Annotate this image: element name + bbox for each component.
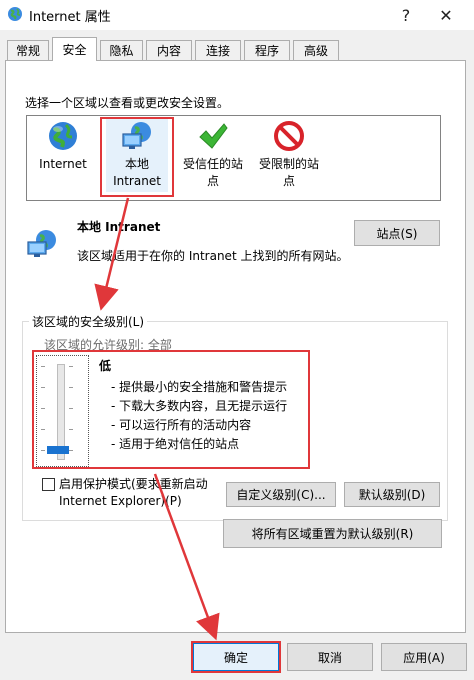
annotation-highlight-zone [100,117,174,197]
selected-zone-description: 该区域适用于在你的 Intranet 上找到的所有网站。 [77,249,349,263]
custom-level-button[interactable]: 自定义级别(C)... [226,482,336,507]
zone-label-line2: 点 [282,174,295,188]
protected-mode-label-line1: 启用保护模式(要求重新启动 [59,477,208,491]
tab-programs[interactable]: 程序 [244,40,290,60]
cancel-button[interactable]: 取消 [287,643,373,671]
annotation-highlight-level [32,350,310,469]
internet-globe-icon [47,120,79,155]
internet-globe-icon [7,6,23,22]
annotation-highlight-ok [191,641,281,673]
tab-privacy[interactable]: 隐私 [100,40,143,60]
security-level-group-title: 该区域的安全级别(L) [29,313,148,330]
prohibited-icon [273,120,305,155]
protected-mode-label-line2: Internet Explorer)(P) [59,494,182,508]
selected-zone-icon [26,228,58,263]
tab-advanced[interactable]: 高级 [293,40,339,60]
tab-content[interactable]: 内容 [146,40,192,60]
default-level-button[interactable]: 默认级别(D) [344,482,440,507]
zone-internet[interactable]: Internet [30,118,96,194]
zone-label-line1: 受限制的站 [258,157,319,171]
zone-instruction: 选择一个区域以查看或更改安全设置。 [25,96,230,110]
zone-label-line1: 受信任的站 [182,157,243,171]
reset-all-zones-button[interactable]: 将所有区域重置为默认级别(R) [223,519,442,548]
apply-button[interactable]: 应用(A) [381,643,467,671]
tab-general[interactable]: 常规 [7,40,49,60]
zone-restricted-sites[interactable]: 受限制的站 点 [254,118,324,192]
close-button[interactable]: ✕ [428,0,464,30]
zone-label-line2: 点 [206,174,219,188]
zone-trusted-sites[interactable]: 受信任的站 点 [178,118,248,192]
selected-zone-name: 本地 Intranet [77,220,161,234]
tab-security[interactable]: 安全 [52,37,97,61]
window-title: Internet 属性 [29,10,111,25]
help-button[interactable]: ? [388,0,424,30]
protected-mode-checkbox[interactable] [42,478,55,491]
zone-label: Internet [39,157,87,171]
tab-connections[interactable]: 连接 [195,40,241,60]
sites-button[interactable]: 站点(S) [354,220,440,246]
checkmark-icon [197,120,229,155]
